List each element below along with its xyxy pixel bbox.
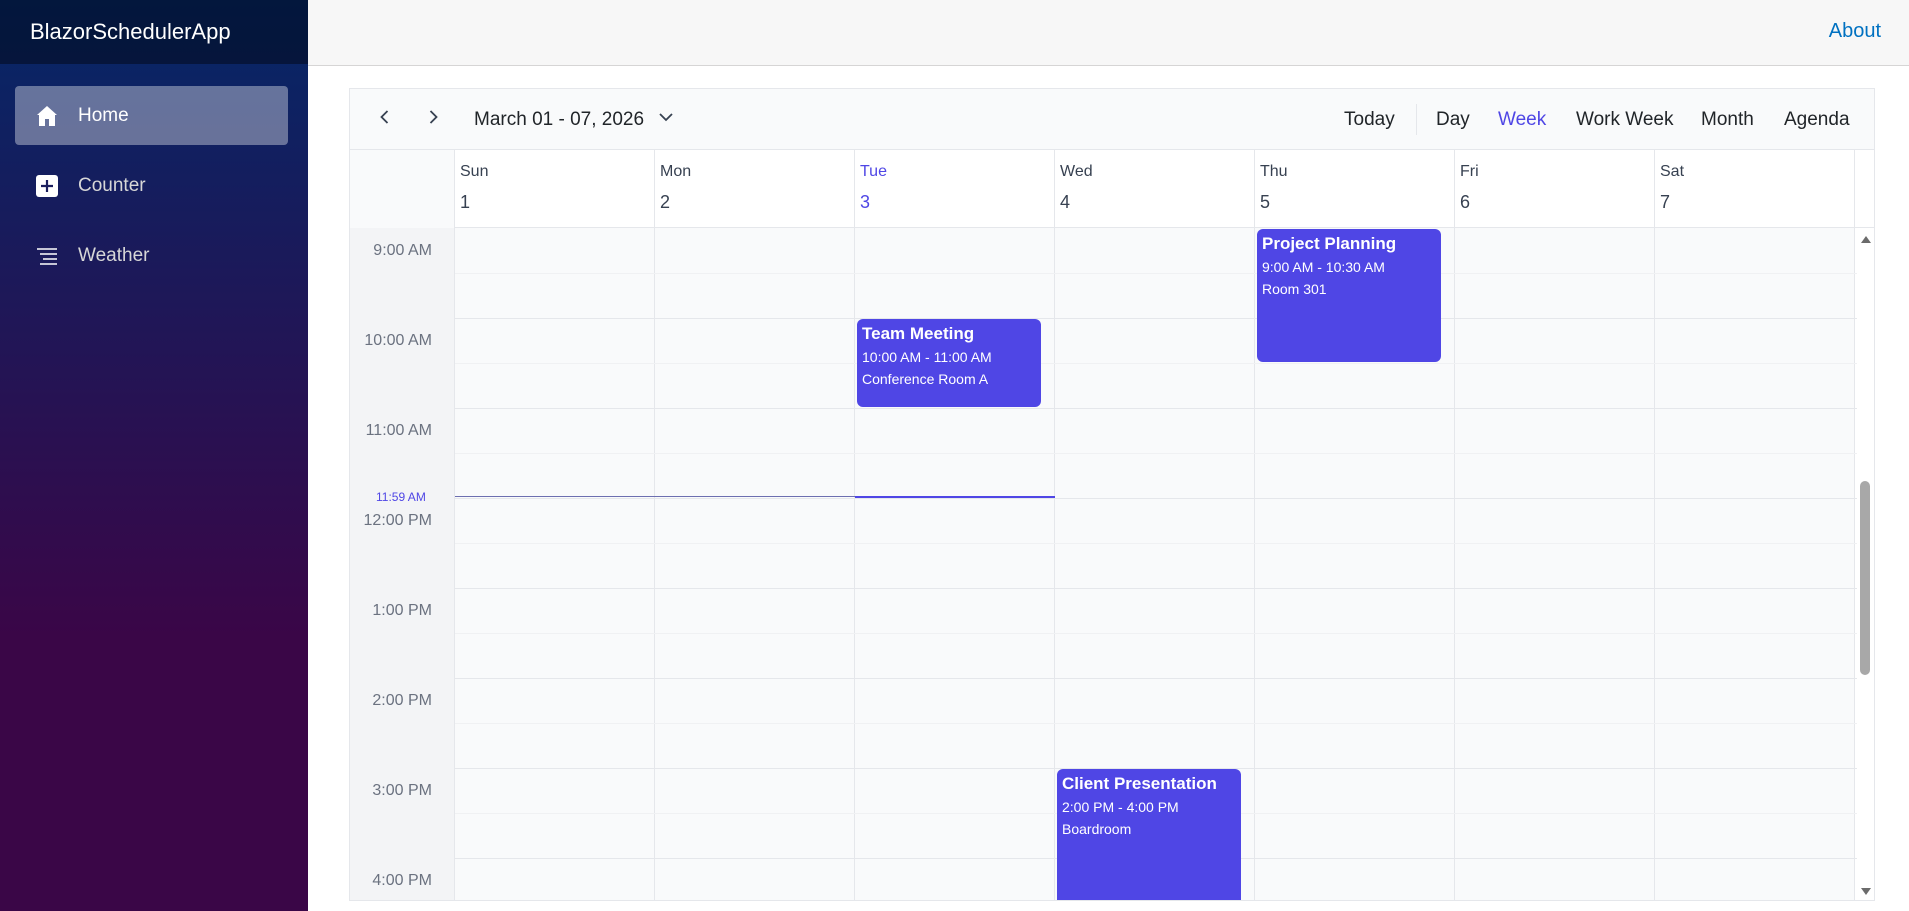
plus-square-icon — [34, 173, 60, 199]
view-month-button[interactable]: Month — [1701, 89, 1754, 150]
top-bar: About — [308, 0, 1909, 66]
event-location: Conference Room A — [862, 371, 989, 387]
about-link[interactable]: About — [1829, 20, 1881, 43]
sidebar-item-weather[interactable]: Weather — [15, 226, 288, 285]
time-label: 4:00 PM — [372, 872, 432, 889]
half-hour-line — [455, 543, 1857, 544]
event-location: Room 301 — [1262, 281, 1327, 297]
hour-line — [455, 318, 1857, 319]
scheduler-toolbar: March 01 - 07, 2026 Today Day Week Work … — [350, 89, 1874, 150]
header-gutter — [350, 150, 455, 228]
date-range-label: March 01 - 07, 2026 — [474, 108, 645, 130]
view-day-button[interactable]: Day — [1436, 89, 1470, 150]
sidebar-item-label: Weather — [78, 244, 150, 266]
day-number: 2 — [660, 192, 671, 212]
chevron-left-icon — [375, 107, 395, 132]
hour-line — [455, 678, 1857, 679]
next-button[interactable] — [418, 89, 448, 150]
day-header-sun[interactable]: Sun 1 — [455, 150, 655, 228]
day-name: Mon — [660, 163, 692, 180]
time-label: 2:00 PM — [372, 692, 432, 709]
event-title: Team Meeting — [862, 324, 975, 343]
half-hour-line — [455, 363, 1857, 364]
event-time: 10:00 AM - 11:00 AM — [862, 349, 992, 365]
day-header-wed[interactable]: Wed 4 — [1055, 150, 1255, 228]
view-week-button[interactable]: Week — [1498, 89, 1546, 150]
day-header-sat[interactable]: Sat 7 — [1655, 150, 1855, 228]
time-label: 11:00 AM — [365, 422, 432, 439]
sidebar-item-home[interactable]: Home — [15, 86, 288, 145]
event-project-planning[interactable]: Project Planning 9:00 AM - 10:30 AM Room… — [1257, 229, 1441, 362]
day-name: Wed — [1060, 163, 1093, 180]
hour-line — [455, 498, 1857, 499]
view-agenda-button[interactable]: Agenda — [1784, 89, 1850, 150]
vertical-scrollbar[interactable] — [1857, 228, 1874, 900]
time-label: 12:00 PM — [363, 512, 432, 529]
sidebar-item-counter[interactable]: Counter — [15, 156, 288, 215]
day-number: 3 — [860, 192, 871, 212]
scroll-up-arrow-icon[interactable] — [1861, 236, 1871, 243]
day-column-mon[interactable] — [655, 228, 855, 900]
half-hour-line — [455, 723, 1857, 724]
view-work-week-button[interactable]: Work Week — [1576, 89, 1674, 150]
time-gutter — [350, 228, 455, 900]
day-header-row: Sun 1 Mon 2 Tue 3 Wed 4 Thu 5 Fri 6 Sat … — [350, 150, 1874, 228]
day-header-tue[interactable]: Tue 3 — [855, 150, 1055, 228]
day-name: Sat — [1660, 163, 1685, 180]
day-number: 1 — [460, 192, 471, 212]
current-time-line-today — [855, 496, 1055, 498]
chevron-right-icon — [423, 107, 443, 132]
current-time-label: 11:59 AM — [376, 490, 426, 504]
event-title: Client Presentation — [1062, 774, 1217, 793]
app-brand[interactable]: BlazorSchedulerApp — [30, 19, 231, 45]
current-time-line — [455, 496, 855, 497]
home-icon — [34, 103, 60, 129]
sidebar-item-label: Counter — [78, 174, 146, 196]
brand-bar: BlazorSchedulerApp — [0, 0, 308, 64]
time-label: 10:00 AM — [364, 332, 432, 349]
day-number: 4 — [1060, 192, 1071, 212]
chevron-down-icon — [644, 107, 676, 133]
time-label: 3:00 PM — [372, 782, 432, 799]
list-icon — [34, 243, 60, 269]
event-time: 9:00 AM - 10:30 AM — [1262, 259, 1385, 275]
day-header-thu[interactable]: Thu 5 — [1255, 150, 1455, 228]
day-header-fri[interactable]: Fri 6 — [1455, 150, 1655, 228]
day-number: 7 — [1660, 192, 1671, 212]
event-time: 2:00 PM - 4:00 PM — [1062, 799, 1179, 815]
sidebar: BlazorSchedulerApp Home Counter Weather — [0, 0, 308, 911]
time-label: 1:00 PM — [372, 602, 432, 619]
toolbar-divider — [1416, 104, 1417, 135]
day-number: 6 — [1460, 192, 1471, 212]
sidebar-item-label: Home — [78, 104, 129, 126]
time-grid: 9:00 AM 10:00 AM 11:00 AM 12:00 PM 1:00 … — [350, 228, 1857, 900]
today-button[interactable]: Today — [1344, 89, 1395, 150]
half-hour-line — [455, 453, 1857, 454]
scrollbar-thumb[interactable] — [1860, 481, 1870, 675]
day-column-sun[interactable] — [455, 228, 655, 900]
event-team-meeting[interactable]: Team Meeting 10:00 AM - 11:00 AM Confere… — [857, 319, 1041, 407]
day-column-sat[interactable] — [1655, 228, 1855, 900]
hour-line — [455, 588, 1857, 589]
half-hour-line — [455, 273, 1857, 274]
scroll-down-arrow-icon[interactable] — [1861, 888, 1871, 895]
event-title: Project Planning — [1262, 234, 1397, 253]
day-header-mon[interactable]: Mon 2 — [655, 150, 855, 228]
scheduler: March 01 - 07, 2026 Today Day Week Work … — [349, 88, 1875, 901]
date-range-picker[interactable]: March 01 - 07, 2026 — [474, 89, 676, 150]
hour-line — [455, 408, 1857, 409]
day-name: Tue — [860, 163, 887, 180]
previous-button[interactable] — [370, 89, 400, 150]
day-name: Thu — [1260, 163, 1288, 180]
event-location: Boardroom — [1062, 821, 1132, 837]
time-label: 9:00 AM — [373, 242, 432, 259]
day-name: Fri — [1460, 163, 1479, 180]
half-hour-line — [455, 633, 1857, 634]
day-name: Sun — [460, 163, 489, 180]
day-column-fri[interactable] — [1455, 228, 1655, 900]
day-number: 5 — [1260, 192, 1271, 212]
event-client-presentation[interactable]: Client Presentation 2:00 PM - 4:00 PM Bo… — [1057, 769, 1241, 900]
